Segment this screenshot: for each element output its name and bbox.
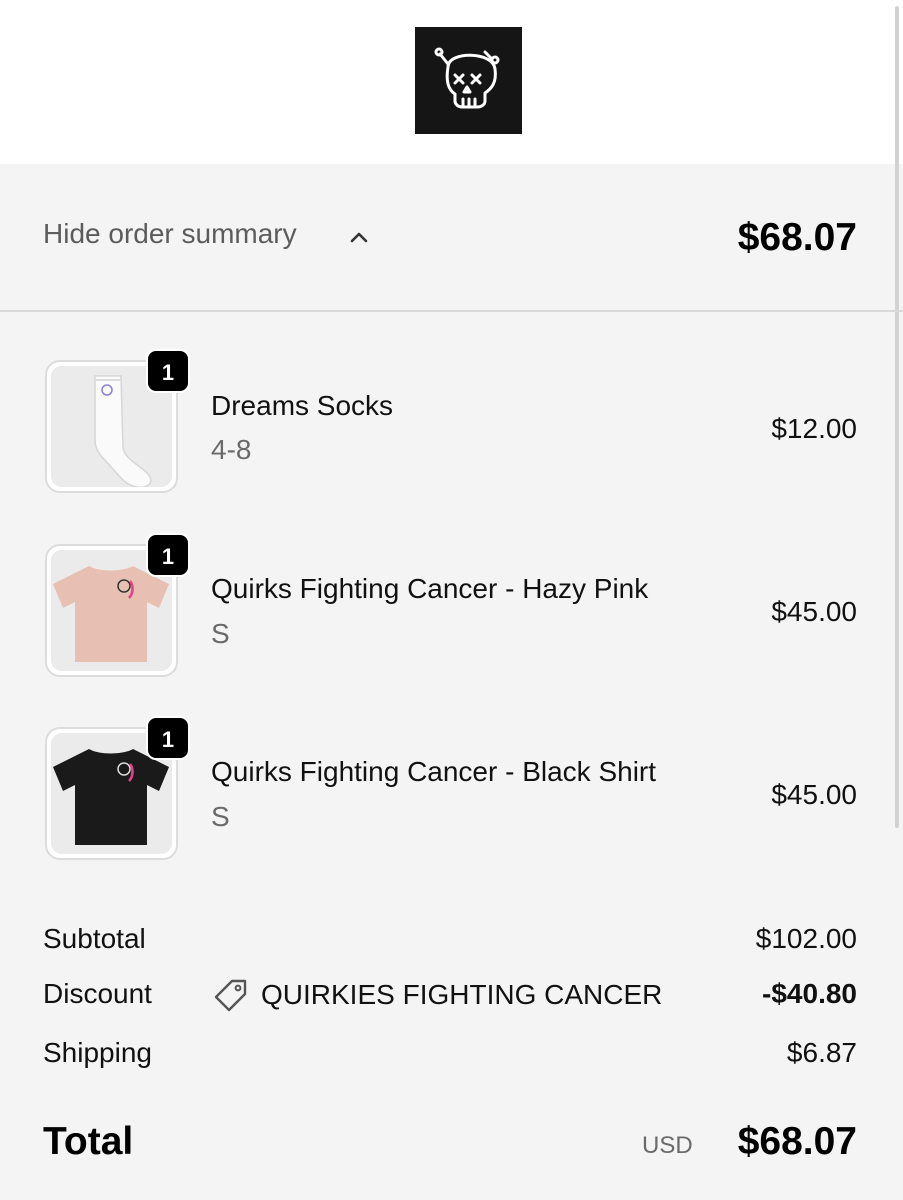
item-variant: S <box>211 618 230 649</box>
line-item: 1 Quirks Fighting Cancer - Black Shirt S… <box>0 716 903 877</box>
discount-label: Discount <box>43 978 152 1009</box>
skull-logo-icon[interactable] <box>415 27 522 134</box>
item-name: Quirks Fighting Cancer - Hazy Pink <box>211 573 649 604</box>
item-price: $45.00 <box>771 596 857 627</box>
item-name: Dreams Socks <box>211 390 394 421</box>
line-item: 1 Dreams Socks 4-8 $12.00 <box>0 349 903 510</box>
item-price: $45.00 <box>771 779 857 810</box>
total-value: $68.07 <box>737 1120 857 1163</box>
item-name: Quirks Fighting Cancer - Black Shirt <box>211 756 657 787</box>
line-item: 1 Quirks Fighting Cancer - Hazy Pink S $… <box>0 533 903 694</box>
discount-code: QUIRKIES FIGHTING CANCER <box>213 977 662 1013</box>
total-label: Total <box>43 1120 134 1163</box>
item-variant: 4-8 <box>211 434 252 465</box>
shipping-value: $6.87 <box>786 1037 857 1068</box>
quantity-badge: 1 <box>146 349 190 393</box>
summary-total: $68.07 <box>737 216 857 259</box>
subtotal-label: Subtotal <box>43 923 146 954</box>
subtotal-value: $102.00 <box>755 923 857 954</box>
shipping-label: Shipping <box>43 1037 152 1068</box>
currency-code: USD <box>642 1132 693 1159</box>
tag-icon <box>214 979 247 1012</box>
quantity-badge: 1 <box>146 533 190 577</box>
item-variant: S <box>211 801 230 832</box>
discount-value: -$40.80 <box>762 978 857 1009</box>
quantity-badge: 1 <box>146 716 190 760</box>
item-price: $12.00 <box>771 413 857 444</box>
chevron-up-icon[interactable] <box>347 226 371 250</box>
discount-code-text: QUIRKIES FIGHTING CANCER <box>261 979 663 1010</box>
toggle-label[interactable]: Hide order summary <box>43 218 297 250</box>
store-header <box>0 0 903 164</box>
